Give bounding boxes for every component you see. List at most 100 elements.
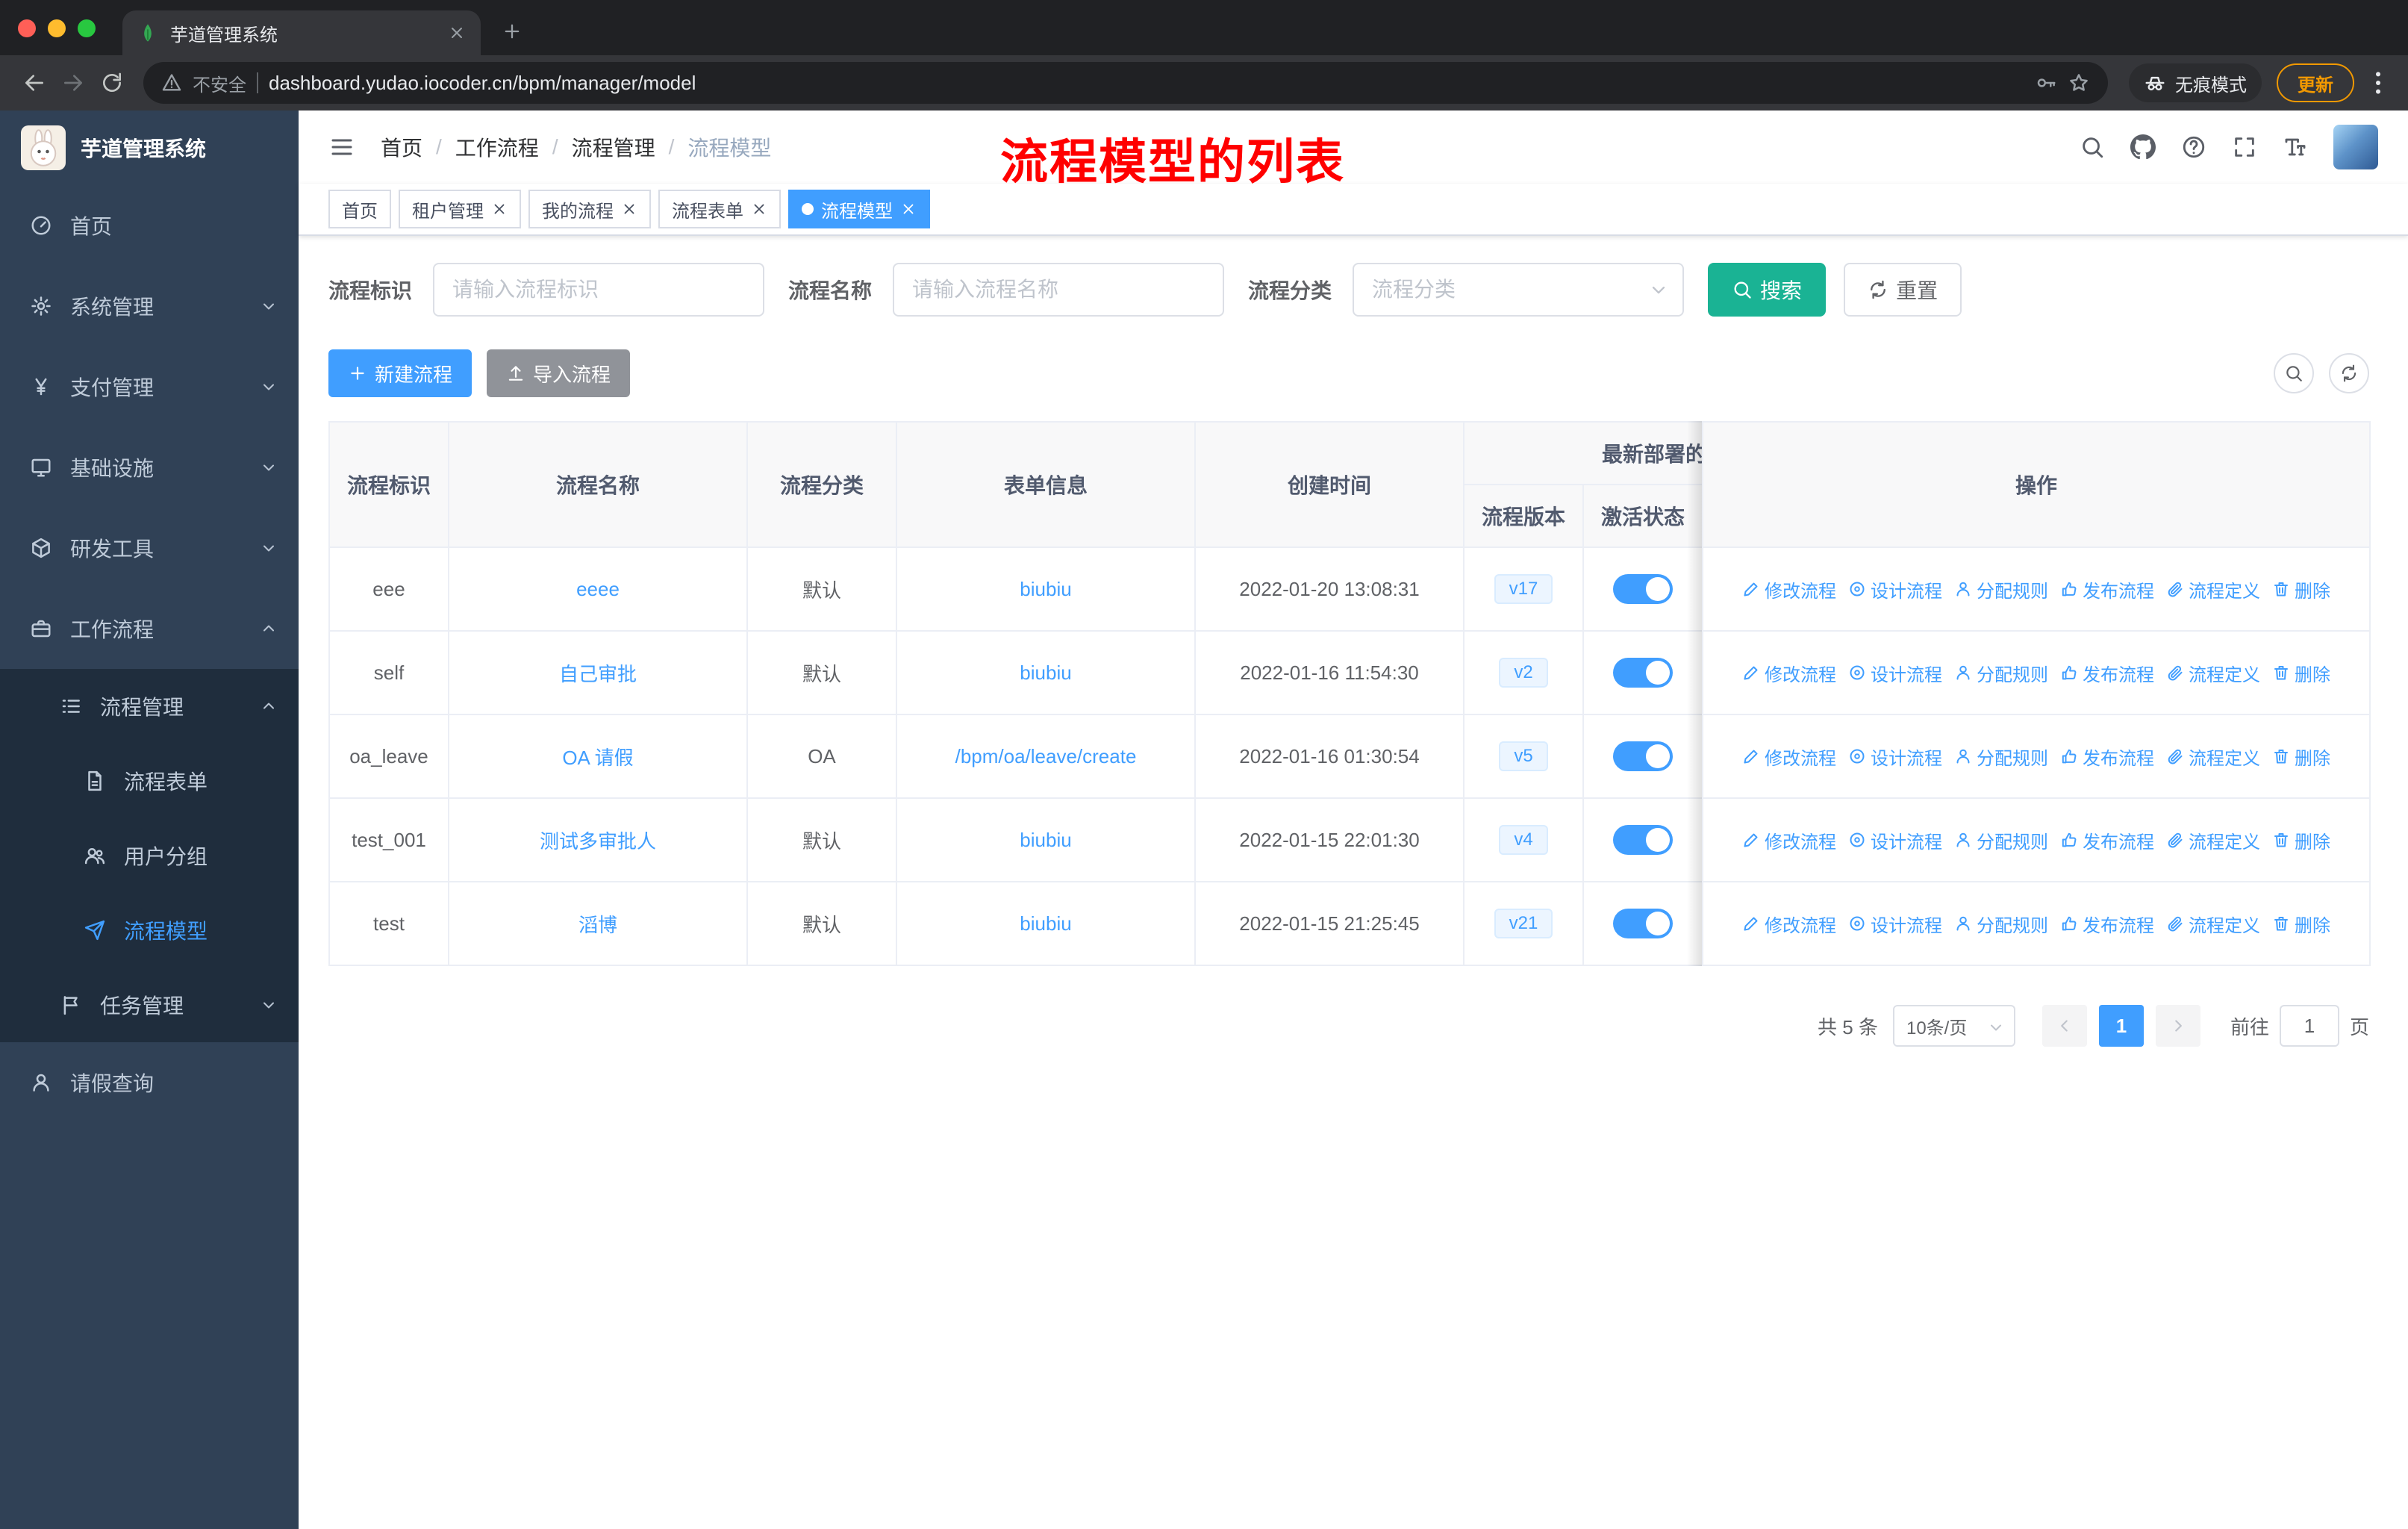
back-button[interactable] <box>15 63 54 102</box>
breadcrumb-item[interactable]: 首页 <box>381 132 422 162</box>
new-tab-button[interactable] <box>493 12 531 51</box>
op-edit-link[interactable]: 修改流程 <box>1742 576 1836 602</box>
op-assign-link[interactable]: 分配规则 <box>1954 827 2048 853</box>
op-publish-link[interactable]: 发布流程 <box>2060 576 2154 602</box>
refresh-table-button[interactable] <box>2329 353 2369 393</box>
fullscreen-icon[interactable] <box>2232 134 2257 160</box>
op-definition-link[interactable]: 流程定义 <box>2166 911 2260 937</box>
sidebar-logo[interactable]: 芋道管理系统 <box>0 110 299 185</box>
header-search-icon[interactable] <box>2080 134 2105 160</box>
op-assign-link[interactable]: 分配规则 <box>1954 911 2048 937</box>
op-delete-link[interactable]: 删除 <box>2272 827 2330 853</box>
op-publish-link[interactable]: 发布流程 <box>2060 744 2154 770</box>
op-publish-link[interactable]: 发布流程 <box>2060 827 2154 853</box>
browser-menu-icon[interactable] <box>2363 68 2393 98</box>
op-definition-link[interactable]: 流程定义 <box>2166 827 2260 853</box>
window-close-button[interactable] <box>18 19 36 37</box>
form-info-link[interactable]: biubiu <box>1020 829 1071 851</box>
import-process-button[interactable]: 导入流程 <box>487 349 631 397</box>
op-delete-link[interactable]: 删除 <box>2272 744 2330 770</box>
goto-page-input[interactable] <box>2279 1005 2339 1047</box>
toggle-search-button[interactable] <box>2274 353 2314 393</box>
op-design-link[interactable]: 设计流程 <box>1848 660 1942 686</box>
form-info-link[interactable]: biubiu <box>1020 578 1071 600</box>
active-toggle[interactable] <box>1613 825 1673 855</box>
form-info-link[interactable]: biubiu <box>1020 912 1071 935</box>
sidebar-item[interactable]: 基础设施 <box>0 427 299 508</box>
view-tag[interactable]: 租户管理 <box>399 190 521 228</box>
create-process-button[interactable]: 新建流程 <box>328 349 472 397</box>
address-bar[interactable]: 不安全 dashboard.yudao.iocoder.cn/bpm/manag… <box>143 62 2108 104</box>
op-delete-link[interactable]: 删除 <box>2272 911 2330 937</box>
sidebar-item[interactable]: 支付管理 <box>0 346 299 427</box>
page-size-select[interactable]: 10条/页 <box>1892 1005 2015 1047</box>
active-toggle[interactable] <box>1613 741 1673 771</box>
op-definition-link[interactable]: 流程定义 <box>2166 660 2260 686</box>
sidebar-item[interactable]: 系统管理 <box>0 266 299 346</box>
process-name-link[interactable]: eeee <box>576 578 620 600</box>
key-icon[interactable] <box>2035 72 2057 94</box>
window-minimize-button[interactable] <box>48 19 66 37</box>
sidebar-item[interactable]: 研发工具 <box>0 508 299 588</box>
sidebar-item[interactable]: 任务管理 <box>0 968 299 1042</box>
active-toggle[interactable] <box>1613 658 1673 688</box>
breadcrumb-item[interactable]: 流程管理 <box>572 132 655 162</box>
active-toggle[interactable] <box>1613 909 1673 938</box>
sidebar-item[interactable]: 流程表单 <box>0 744 299 818</box>
sidebar-item[interactable]: 用户分组 <box>0 818 299 893</box>
close-icon[interactable] <box>491 201 508 217</box>
prev-page-button[interactable] <box>2042 1005 2087 1047</box>
current-page-button[interactable]: 1 <box>2098 1005 2144 1047</box>
sidebar-item[interactable]: 流程管理 <box>0 669 299 744</box>
close-icon[interactable] <box>621 201 637 217</box>
help-icon[interactable] <box>2181 134 2206 160</box>
update-button[interactable]: 更新 <box>2277 63 2354 102</box>
forward-button[interactable] <box>54 63 93 102</box>
process-name-link[interactable]: 测试多审批人 <box>540 830 656 853</box>
op-assign-link[interactable]: 分配规则 <box>1954 744 2048 770</box>
form-info-link[interactable]: biubiu <box>1020 661 1071 684</box>
view-tag[interactable]: 我的流程 <box>528 190 651 228</box>
breadcrumb-item[interactable]: 工作流程 <box>455 132 539 162</box>
sidebar-item[interactable]: 首页 <box>0 185 299 266</box>
browser-tab[interactable]: 芋道管理系统 <box>122 10 481 55</box>
github-icon[interactable] <box>2130 134 2156 160</box>
category-select[interactable] <box>1353 263 1685 317</box>
font-size-icon[interactable] <box>2283 134 2308 160</box>
op-design-link[interactable]: 设计流程 <box>1848 911 1942 937</box>
form-info-link[interactable]: /bpm/oa/leave/create <box>955 745 1137 767</box>
process-name-link[interactable]: 滔博 <box>578 914 617 936</box>
active-toggle[interactable] <box>1613 574 1673 604</box>
op-edit-link[interactable]: 修改流程 <box>1742 744 1836 770</box>
close-tab-icon[interactable] <box>448 24 466 42</box>
sidebar-item[interactable]: 工作流程 <box>0 588 299 669</box>
reset-button[interactable]: 重置 <box>1844 263 1962 317</box>
op-delete-link[interactable]: 删除 <box>2272 660 2330 686</box>
filter-text-input[interactable] <box>433 263 765 317</box>
op-edit-link[interactable]: 修改流程 <box>1742 827 1836 853</box>
op-definition-link[interactable]: 流程定义 <box>2166 576 2260 602</box>
op-assign-link[interactable]: 分配规则 <box>1954 576 2048 602</box>
process-name-link[interactable]: OA 请假 <box>562 747 633 769</box>
search-button[interactable]: 搜索 <box>1708 263 1827 317</box>
collapse-sidebar-icon[interactable] <box>328 134 355 161</box>
op-publish-link[interactable]: 发布流程 <box>2060 660 2154 686</box>
filter-text-input[interactable] <box>893 263 1225 317</box>
op-assign-link[interactable]: 分配规则 <box>1954 660 2048 686</box>
view-tag[interactable]: 首页 <box>328 190 391 228</box>
reload-button[interactable] <box>93 63 131 102</box>
process-name-link[interactable]: 自己审批 <box>559 663 637 685</box>
user-avatar[interactable] <box>2333 125 2378 169</box>
op-design-link[interactable]: 设计流程 <box>1848 744 1942 770</box>
next-page-button[interactable] <box>2155 1005 2200 1047</box>
sidebar-item[interactable]: 流程模型 <box>0 893 299 968</box>
close-icon[interactable] <box>900 201 917 217</box>
view-tag[interactable]: 流程模型 <box>788 190 930 228</box>
op-edit-link[interactable]: 修改流程 <box>1742 911 1836 937</box>
op-design-link[interactable]: 设计流程 <box>1848 576 1942 602</box>
op-delete-link[interactable]: 删除 <box>2272 576 2330 602</box>
op-definition-link[interactable]: 流程定义 <box>2166 744 2260 770</box>
sidebar-item[interactable]: 请假查询 <box>0 1042 299 1123</box>
op-design-link[interactable]: 设计流程 <box>1848 827 1942 853</box>
window-maximize-button[interactable] <box>78 19 96 37</box>
